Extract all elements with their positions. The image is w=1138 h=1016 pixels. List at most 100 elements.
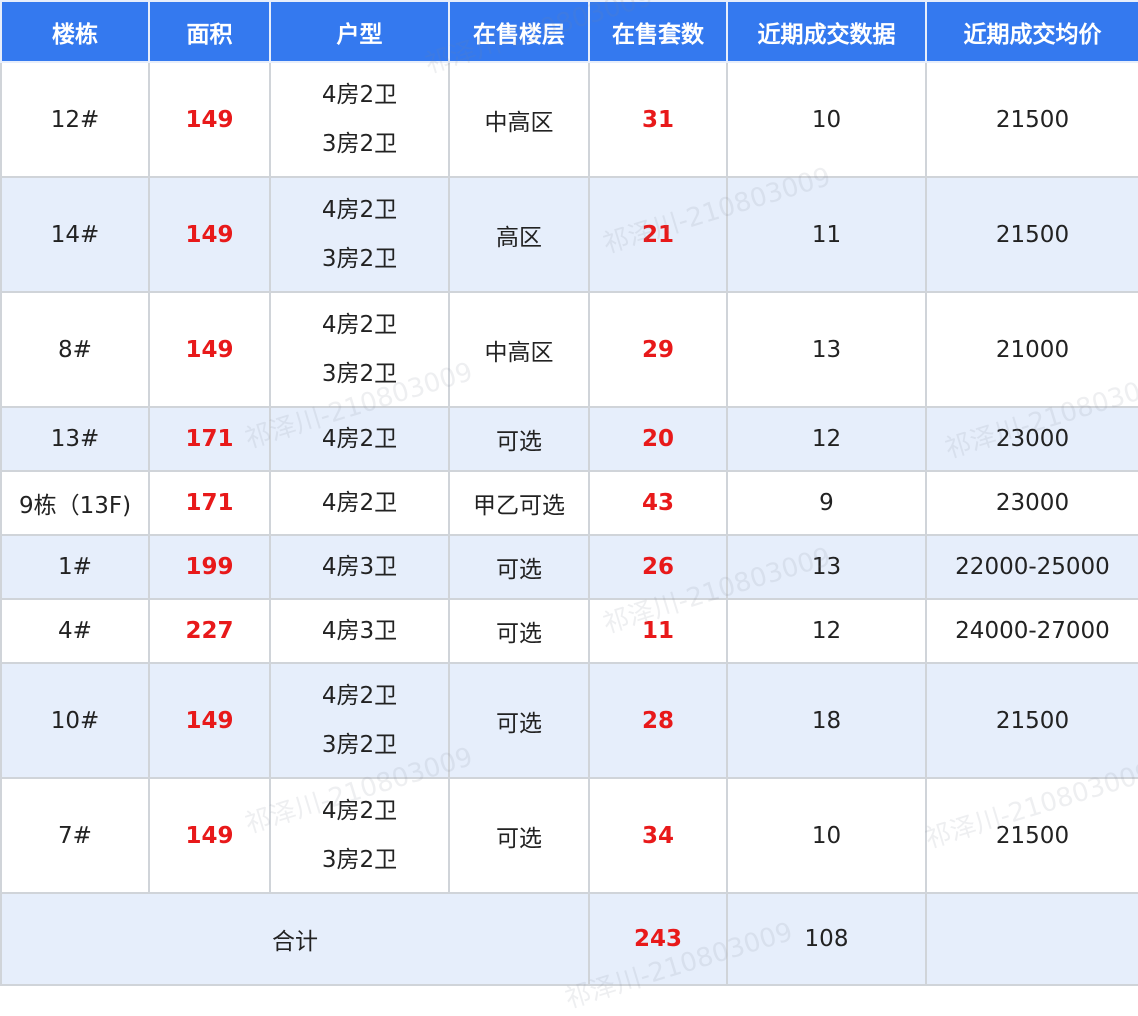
cell-deals: 13: [726, 291, 927, 408]
cell-price: 21500: [925, 176, 1138, 293]
cell-unit-types: 4房2卫 3房2卫: [269, 176, 450, 293]
unit-type: 3房2卫: [321, 360, 398, 387]
cell-price: 23000: [925, 406, 1138, 472]
unit-type: 4房2卫: [321, 311, 398, 338]
cell-unit-types: 4房2卫: [269, 470, 450, 536]
cell-area: 149: [148, 291, 271, 408]
cell-units: 26: [588, 534, 728, 600]
cell-deals: 12: [726, 598, 927, 664]
cell-building: 13#: [0, 406, 150, 472]
cell-unit-types: 4房3卫: [269, 598, 450, 664]
header-unit-type: 户型: [269, 0, 450, 63]
table-row: 7# 149 4房2卫 3房2卫 可选 34 10 21500: [0, 777, 1138, 894]
cell-floors: 可选: [448, 662, 590, 779]
cell-area: 149: [148, 662, 271, 779]
cell-area: 149: [148, 777, 271, 894]
cell-price: 23000: [925, 470, 1138, 536]
cell-area: 171: [148, 406, 271, 472]
cell-units: 43: [588, 470, 728, 536]
unit-type: 4房2卫: [321, 682, 398, 709]
total-row: 合计 243 108: [0, 892, 1138, 986]
unit-type: 3房2卫: [321, 130, 398, 157]
cell-price: 21500: [925, 777, 1138, 894]
cell-floors: 可选: [448, 534, 590, 600]
cell-price: 22000-25000: [925, 534, 1138, 600]
cell-building: 9栋（13F): [0, 470, 150, 536]
cell-price: 21500: [925, 61, 1138, 178]
total-label: 合计: [0, 892, 590, 986]
cell-floors: 高区: [448, 176, 590, 293]
header-recent-avg-price: 近期成交均价: [925, 0, 1138, 63]
table-row: 10# 149 4房2卫 3房2卫 可选 28 18 21500: [0, 662, 1138, 779]
cell-units: 28: [588, 662, 728, 779]
unit-type: 4房2卫: [321, 489, 398, 516]
cell-deals: 10: [726, 777, 927, 894]
table-row: 1# 199 4房3卫 可选 26 13 22000-25000: [0, 534, 1138, 600]
cell-floors: 可选: [448, 406, 590, 472]
cell-area: 171: [148, 470, 271, 536]
unit-type: 4房2卫: [321, 797, 398, 824]
cell-units: 31: [588, 61, 728, 178]
cell-area: 227: [148, 598, 271, 664]
header-area: 面积: [148, 0, 271, 63]
sales-table: 楼栋 面积 户型 在售楼层 在售套数 近期成交数据 近期成交均价 12# 149…: [0, 0, 1138, 986]
cell-unit-types: 4房2卫 3房2卫: [269, 777, 450, 894]
unit-type: 4房2卫: [321, 196, 398, 223]
unit-type: 3房2卫: [321, 731, 398, 758]
unit-type: 4房3卫: [321, 617, 398, 644]
table-row: 9栋（13F) 171 4房2卫 甲乙可选 43 9 23000: [0, 470, 1138, 536]
cell-deals: 10: [726, 61, 927, 178]
cell-deals: 12: [726, 406, 927, 472]
header-row: 楼栋 面积 户型 在售楼层 在售套数 近期成交数据 近期成交均价: [0, 0, 1138, 63]
cell-deals: 18: [726, 662, 927, 779]
table-row: 14# 149 4房2卫 3房2卫 高区 21 11 21500: [0, 176, 1138, 293]
total-units: 243: [588, 892, 728, 986]
cell-units: 20: [588, 406, 728, 472]
total-price-empty: [925, 892, 1138, 986]
cell-units: 34: [588, 777, 728, 894]
cell-building: 12#: [0, 61, 150, 178]
cell-units: 21: [588, 176, 728, 293]
cell-floors: 甲乙可选: [448, 470, 590, 536]
unit-type: 4房2卫: [321, 81, 398, 108]
cell-floors: 中高区: [448, 291, 590, 408]
table-row: 4# 227 4房3卫 可选 11 12 24000-27000: [0, 598, 1138, 664]
header-units-on-sale: 在售套数: [588, 0, 728, 63]
cell-units: 11: [588, 598, 728, 664]
unit-type: 4房3卫: [321, 553, 398, 580]
cell-area: 149: [148, 176, 271, 293]
cell-unit-types: 4房3卫: [269, 534, 450, 600]
cell-deals: 11: [726, 176, 927, 293]
cell-floors: 可选: [448, 598, 590, 664]
cell-units: 29: [588, 291, 728, 408]
table-row: 13# 171 4房2卫 可选 20 12 23000: [0, 406, 1138, 472]
table-row: 12# 149 4房2卫 3房2卫 中高区 31 10 21500: [0, 61, 1138, 178]
header-building: 楼栋: [0, 0, 150, 63]
header-recent-deals: 近期成交数据: [726, 0, 927, 63]
cell-unit-types: 4房2卫 3房2卫: [269, 61, 450, 178]
table-row: 8# 149 4房2卫 3房2卫 中高区 29 13 21000: [0, 291, 1138, 408]
cell-deals: 13: [726, 534, 927, 600]
header-floors: 在售楼层: [448, 0, 590, 63]
unit-type: 3房2卫: [321, 245, 398, 272]
cell-price: 24000-27000: [925, 598, 1138, 664]
cell-deals: 9: [726, 470, 927, 536]
cell-floors: 可选: [448, 777, 590, 894]
cell-building: 4#: [0, 598, 150, 664]
cell-building: 8#: [0, 291, 150, 408]
unit-type: 3房2卫: [321, 846, 398, 873]
cell-price: 21500: [925, 662, 1138, 779]
cell-unit-types: 4房2卫: [269, 406, 450, 472]
cell-unit-types: 4房2卫 3房2卫: [269, 662, 450, 779]
unit-type: 4房2卫: [321, 425, 398, 452]
cell-building: 14#: [0, 176, 150, 293]
cell-building: 7#: [0, 777, 150, 894]
cell-unit-types: 4房2卫 3房2卫: [269, 291, 450, 408]
cell-area: 149: [148, 61, 271, 178]
cell-price: 21000: [925, 291, 1138, 408]
cell-building: 1#: [0, 534, 150, 600]
total-deals: 108: [726, 892, 927, 986]
cell-floors: 中高区: [448, 61, 590, 178]
cell-building: 10#: [0, 662, 150, 779]
cell-area: 199: [148, 534, 271, 600]
